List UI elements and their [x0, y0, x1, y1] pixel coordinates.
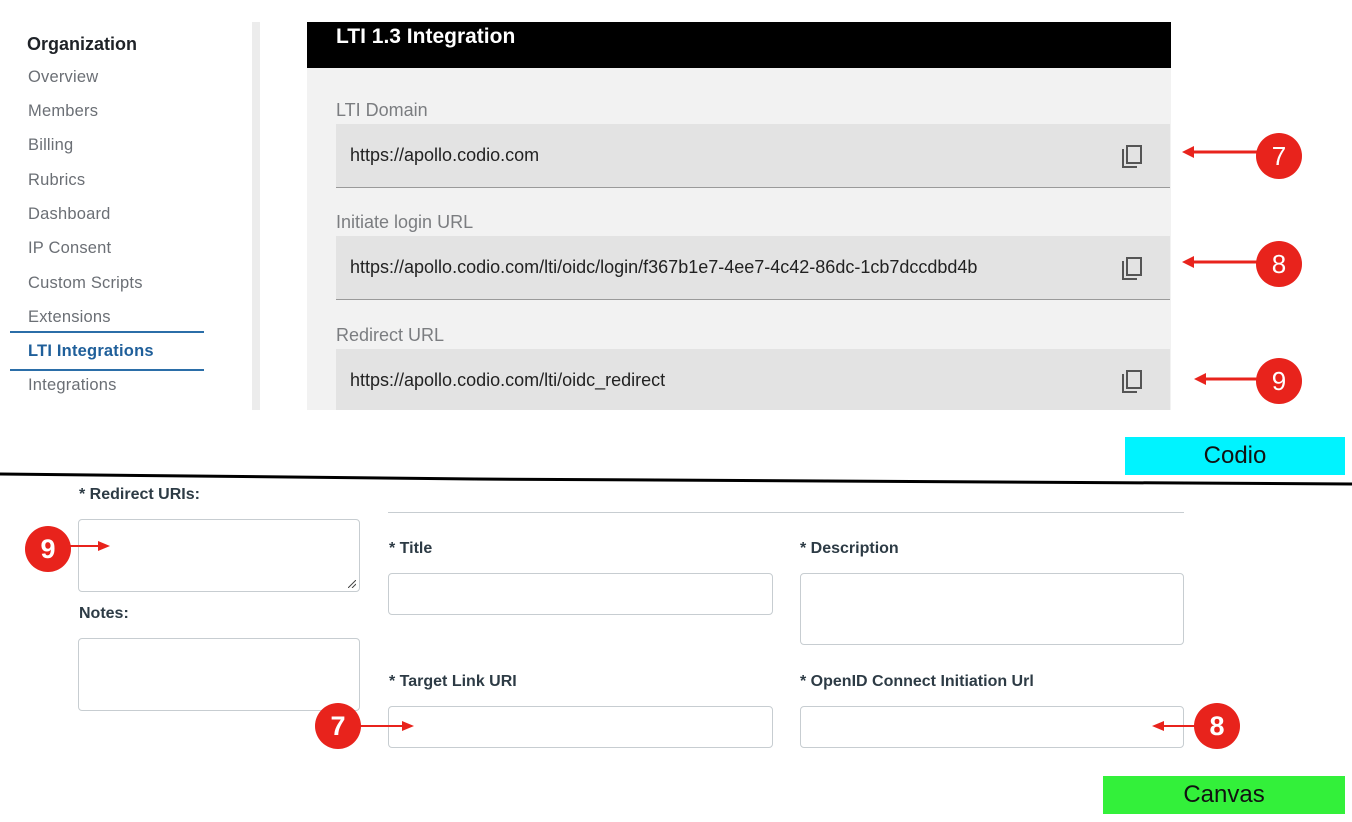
annotation-arrow-9-canvas [70, 541, 110, 551]
sidebar-item-overview[interactable]: Overview [28, 68, 98, 87]
copy-icon[interactable] [1120, 256, 1144, 282]
openid-connect-label: * OpenID Connect Initiation Url [800, 673, 1034, 690]
form-divider [388, 512, 1184, 513]
sidebar-item-dashboard[interactable]: Dashboard [28, 205, 111, 224]
annotation-badge-9-canvas: 9 [25, 526, 71, 572]
redirect-url-label: Redirect URL [336, 325, 445, 345]
sidebar-item-ip-consent[interactable]: IP Consent [28, 239, 111, 258]
description-label: * Description [800, 540, 899, 557]
copy-icon[interactable] [1120, 144, 1144, 170]
annotation-arrow-7-canvas [360, 721, 414, 731]
redirect-url-field: https://apollo.codio.com/lti/oidc_redire… [336, 349, 1170, 410]
annotation-arrow-8-canvas [1152, 721, 1196, 731]
title-label: * Title [389, 540, 433, 557]
sidebar-item-members[interactable]: Members [28, 102, 98, 121]
sidebar-item-rubrics[interactable]: Rubrics [28, 171, 85, 190]
redirect-uris-textarea[interactable] [78, 519, 360, 592]
sidebar-item-extensions[interactable]: Extensions [28, 308, 111, 327]
active-indicator-bottom [10, 369, 204, 371]
annotation-badge-7: 7 [1256, 133, 1302, 179]
section-divider [0, 472, 1352, 486]
sidebar-item-integrations[interactable]: Integrations [28, 376, 117, 395]
sidebar-item-billing[interactable]: Billing [28, 136, 73, 155]
redirect-uris-label: * Redirect URIs: [79, 486, 200, 503]
annotation-arrow-9 [1194, 373, 1258, 385]
initiate-login-url-field: https://apollo.codio.com/lti/oidc/login/… [336, 236, 1170, 300]
active-indicator-top [10, 331, 204, 333]
annotation-badge-7-canvas: 7 [315, 703, 361, 749]
lti-domain-field: https://apollo.codio.com [336, 124, 1170, 188]
initiate-login-url-label: Initiate login URL [336, 212, 474, 232]
annotation-arrow-8 [1182, 256, 1258, 268]
copy-icon[interactable] [1120, 369, 1144, 395]
notes-textarea[interactable] [78, 638, 360, 711]
redirect-url-value: https://apollo.codio.com/lti/oidc_redire… [350, 370, 666, 390]
target-link-uri-label: * Target Link URI [389, 673, 517, 690]
annotation-badge-8: 8 [1256, 241, 1302, 287]
resize-grip-icon[interactable] [348, 580, 356, 588]
lti-domain-value: https://apollo.codio.com [350, 145, 540, 165]
initiate-login-url-value: https://apollo.codio.com/lti/oidc/login/… [350, 257, 978, 277]
sidebar-item-custom-scripts[interactable]: Custom Scripts [28, 274, 143, 293]
canvas-tag: Canvas [1103, 776, 1345, 814]
annotation-arrow-7 [1182, 146, 1258, 158]
lti-integration-panel: LTI 1.3 Integration LTI Domain https://a… [307, 22, 1171, 410]
annotation-badge-9: 9 [1256, 358, 1302, 404]
panel-title: LTI 1.3 Integration [336, 25, 516, 48]
target-link-uri-input[interactable] [388, 706, 773, 748]
annotation-badge-8-canvas: 8 [1194, 703, 1240, 749]
lti-domain-label: LTI Domain [336, 100, 428, 120]
description-textarea[interactable] [800, 573, 1184, 645]
title-input[interactable] [388, 573, 773, 615]
notes-label: Notes: [79, 605, 129, 622]
sidebar-title: Organization [27, 34, 138, 54]
codio-sidebar: Organization Overview Members Billing Ru… [10, 22, 260, 410]
sidebar-item-lti-integrations[interactable]: LTI Integrations [28, 342, 154, 361]
openid-connect-input[interactable] [800, 706, 1184, 748]
panel-header: LTI 1.3 Integration [307, 22, 1171, 68]
